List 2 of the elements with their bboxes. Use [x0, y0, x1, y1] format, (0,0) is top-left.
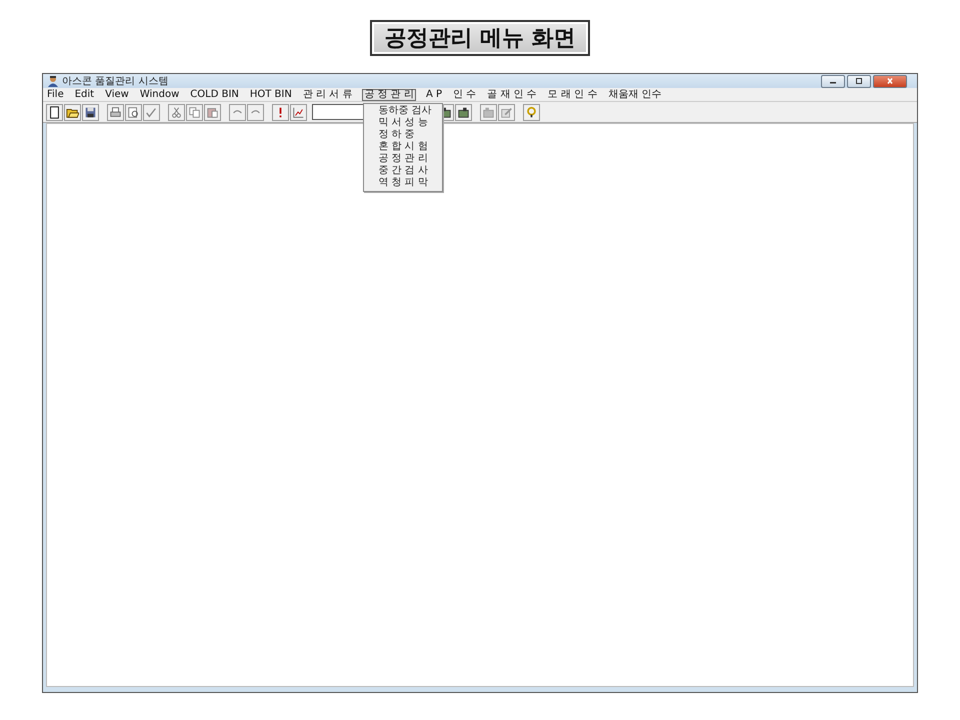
slide-title: 공정관리 메뉴 화면 — [370, 20, 590, 56]
window-title: 아스콘 품질관리 시스템 — [62, 75, 168, 88]
